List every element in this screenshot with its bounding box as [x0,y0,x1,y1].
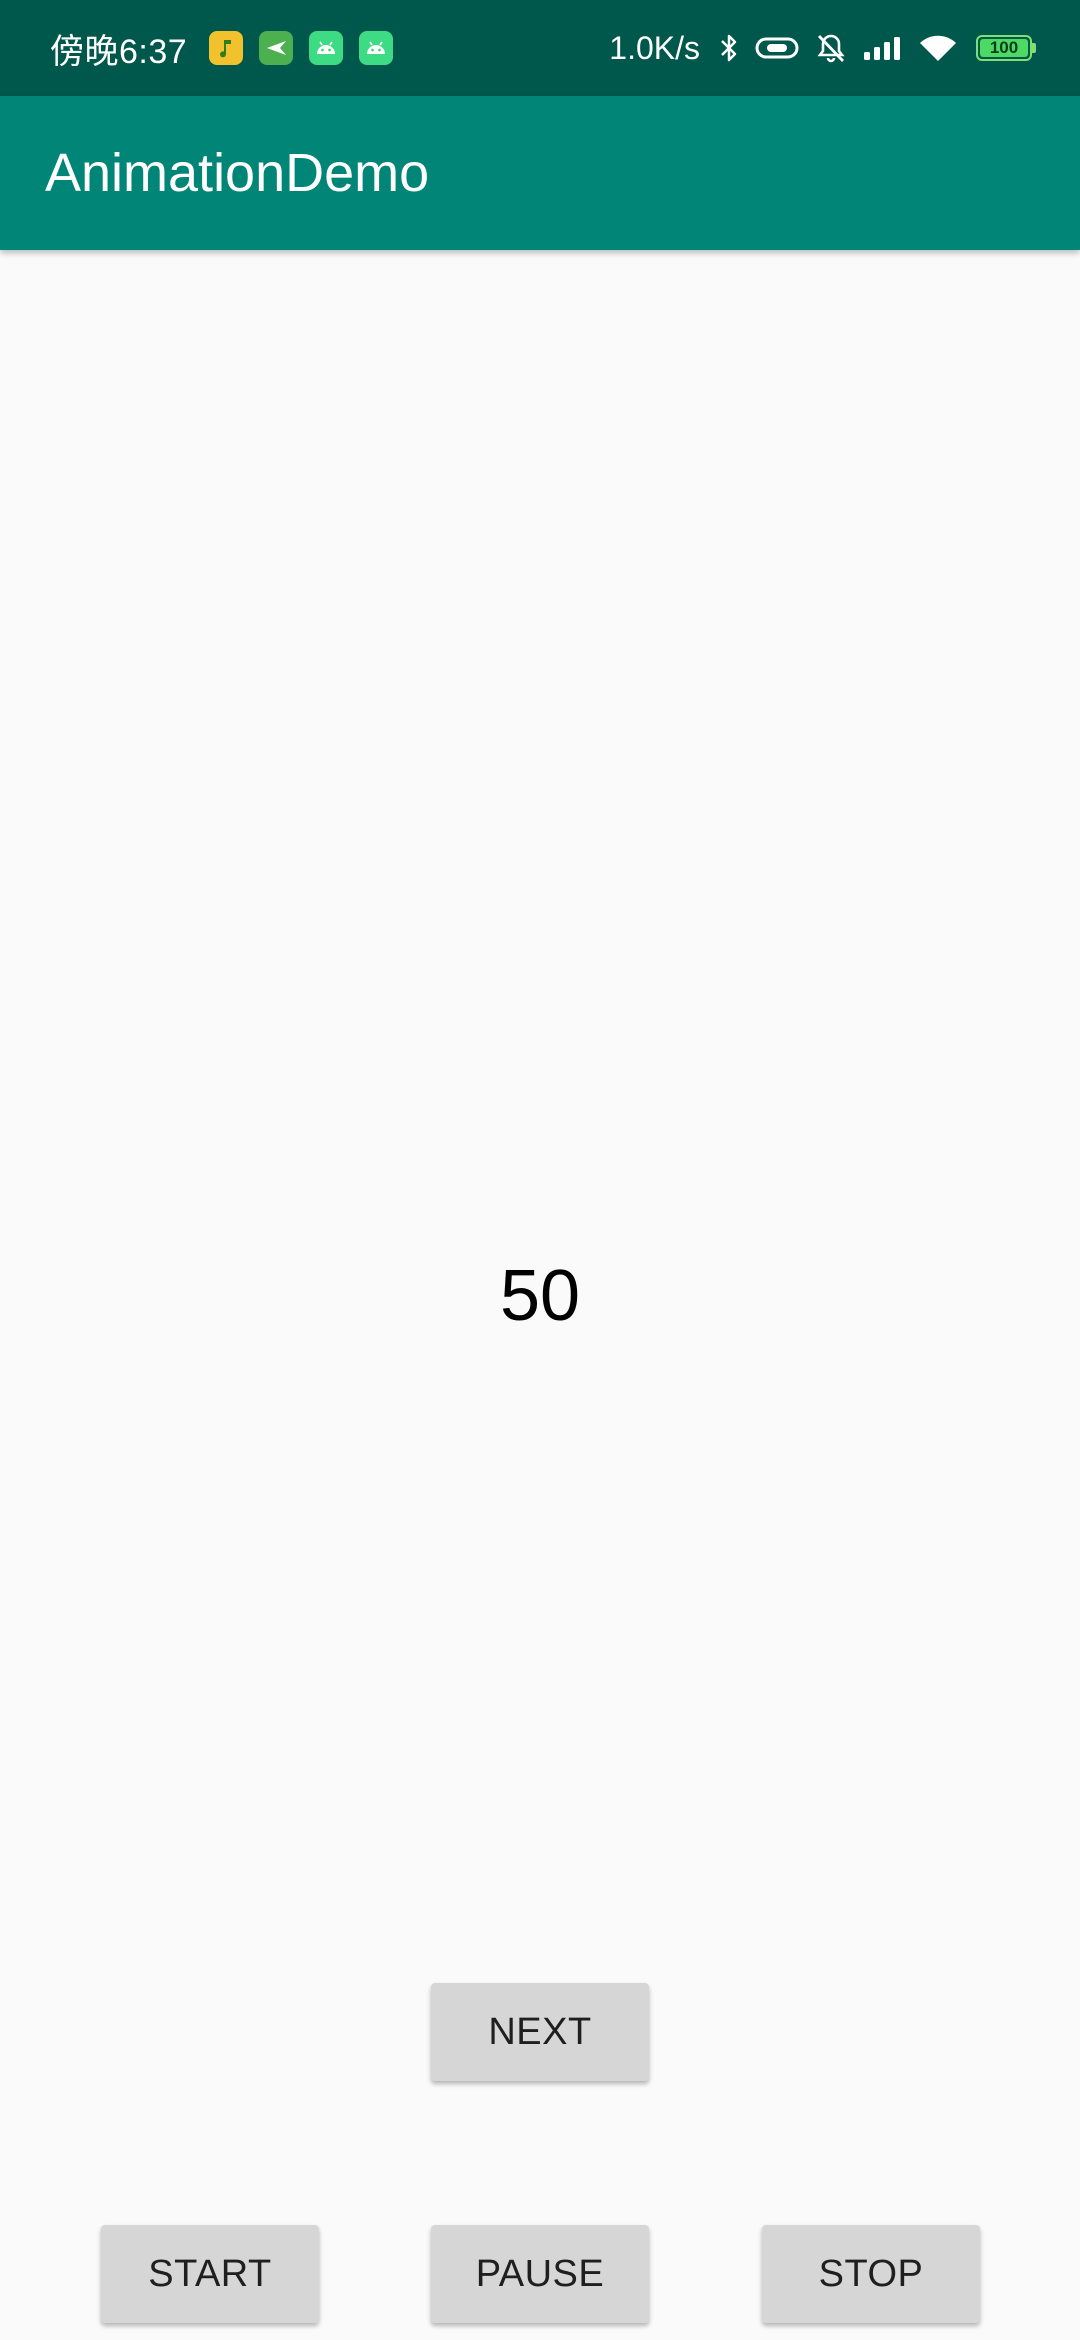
status-right: 1.0K/s 100 [609,29,1036,67]
signal-icon [862,34,904,62]
stop-button[interactable]: STOP [762,2225,980,2323]
android-icon [359,31,394,65]
status-time: 傍晚6:37 [50,32,188,71]
wifi-icon [918,32,958,64]
music-icon [209,31,244,65]
app-bar: AnimationDemo [0,96,1080,250]
status-bar: 傍晚6:37 1.0K/s 100 [0,0,1080,96]
battery-icon: 100 [976,35,1036,61]
bluetooth-icon [718,31,740,65]
link-icon [754,34,800,62]
counter-value: 50 [499,1256,581,1336]
network-speed: 1.0K/s [609,29,700,66]
mute-icon [814,31,848,65]
app-title: AnimationDemo [45,143,430,203]
send-icon [259,31,294,65]
android-icon [309,31,344,65]
next-button[interactable]: NEXT [431,1983,649,2081]
start-button[interactable]: START [101,2225,319,2323]
status-left: 傍晚6:37 [50,24,409,73]
battery-level: 100 [980,38,1028,57]
pause-button[interactable]: PAUSE [431,2225,649,2323]
